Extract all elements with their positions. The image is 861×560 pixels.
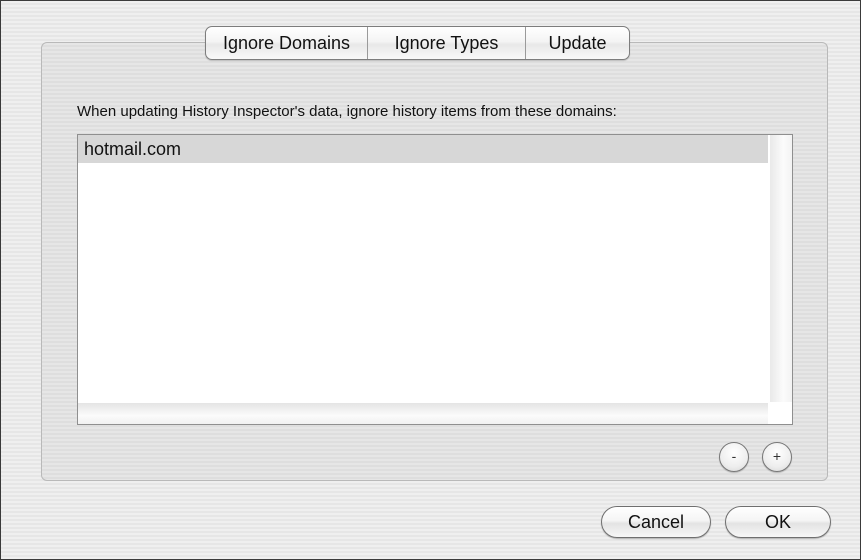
add-domain-button[interactable]: + bbox=[762, 442, 792, 472]
vertical-scrollbar[interactable] bbox=[770, 135, 792, 402]
domains-list[interactable]: hotmail.com bbox=[77, 134, 793, 425]
tab-bar: Ignore Domains Ignore Types Update bbox=[205, 26, 630, 60]
scroll-corner bbox=[770, 403, 792, 424]
tab-ignore-types[interactable]: Ignore Types bbox=[368, 27, 526, 59]
remove-domain-button[interactable]: - bbox=[719, 442, 749, 472]
cancel-button[interactable]: Cancel bbox=[601, 506, 711, 538]
ok-button[interactable]: OK bbox=[725, 506, 831, 538]
tab-ignore-domains[interactable]: Ignore Domains bbox=[206, 27, 368, 59]
plus-icon: + bbox=[772, 448, 782, 464]
domains-description: When updating History Inspector's data, … bbox=[77, 103, 617, 120]
preferences-window: Ignore Domains Ignore Types Update When … bbox=[0, 0, 861, 560]
list-item[interactable]: hotmail.com bbox=[78, 135, 768, 163]
horizontal-scrollbar[interactable] bbox=[78, 403, 768, 424]
minus-icon: - bbox=[731, 448, 737, 464]
tab-update[interactable]: Update bbox=[526, 27, 629, 59]
